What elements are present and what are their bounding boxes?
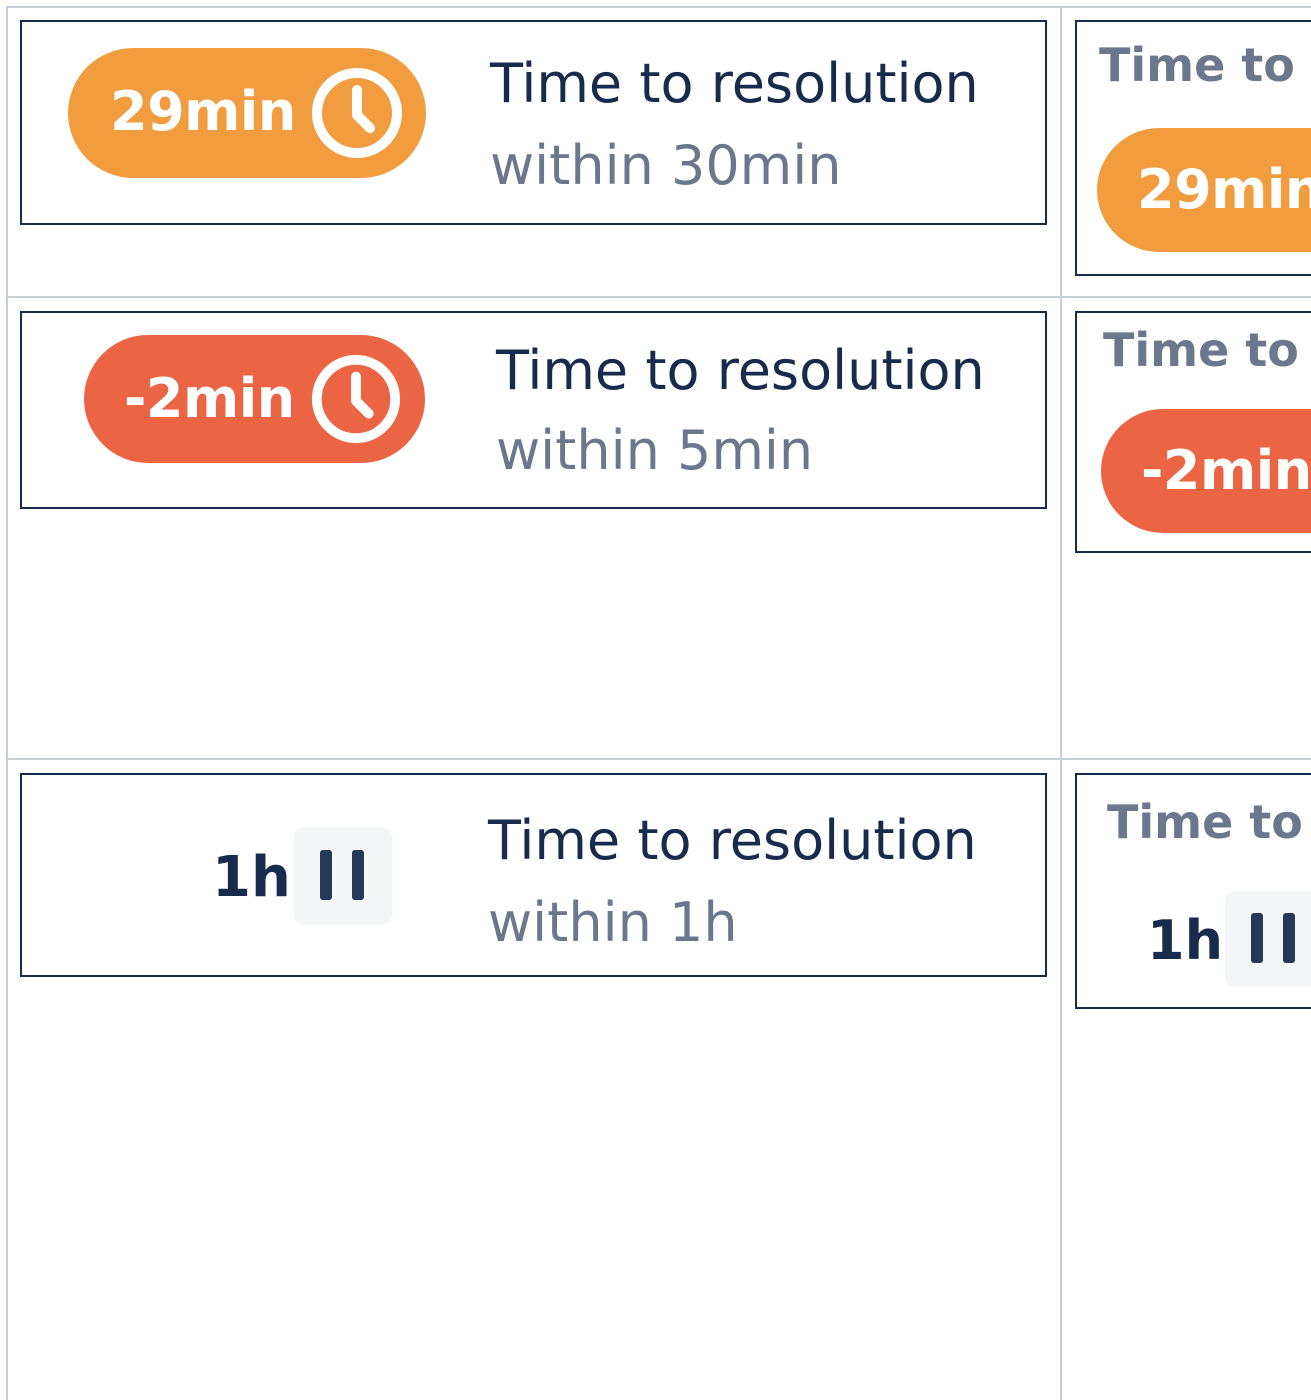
sla-target: within 30min [490,134,842,197]
sla-target: within 1h [488,891,738,954]
pause-bar-right [1283,913,1295,963]
sla-title: Time to resolution [496,339,985,402]
sla-badge-label: -2min [124,367,295,430]
sla-badge-danger[interactable]: -2min [84,335,425,463]
sla-card-compact-danger: Time to r -2min [1075,311,1311,553]
sla-target: within 5min [496,419,814,482]
sla-compact-badge-warning[interactable]: 29min [1097,128,1311,252]
pause-icon[interactable] [1225,891,1311,987]
clock-icon [311,354,401,444]
sla-compact-title: Time to r [1103,323,1311,377]
sla-title: Time to resolution [488,809,977,872]
sla-card-warning: 29min Time to resolution within 30min [20,20,1047,225]
sla-compact-badge-label: 29min [1137,158,1311,221]
grid-line-row1 [6,296,1311,298]
pause-icon[interactable] [294,827,392,925]
sla-compact-paused-time[interactable]: 1h [1147,909,1223,972]
pause-bar-left [1251,913,1263,963]
sla-paused-time[interactable]: 1h [212,845,291,910]
sla-compact-title: Time to r [1107,795,1311,849]
grid-line-left [6,6,8,1400]
sla-card-compact-paused: Time to r 1h [1075,773,1311,1009]
sla-compact-badge-label: -2min [1141,439,1311,502]
sla-card-paused: 1h Time to resolution within 1h [20,773,1047,977]
pause-bar-left [320,850,332,900]
grid-line-top [6,6,1311,8]
sla-compact-title: Time to r [1099,38,1311,92]
clock-icon [312,68,402,158]
sla-title: Time to resolution [490,52,979,115]
sla-badge-label: 29min [110,80,296,143]
pause-bar-right [352,850,364,900]
sla-card-compact-warning: Time to r 29min [1075,20,1311,276]
sla-card-danger: -2min Time to resolution within 5min [20,311,1047,509]
grid-line-middle [1060,6,1062,1400]
grid-line-row2 [6,758,1311,760]
sla-badge-warning[interactable]: 29min [68,48,426,178]
sla-compact-badge-danger[interactable]: -2min [1101,409,1311,533]
